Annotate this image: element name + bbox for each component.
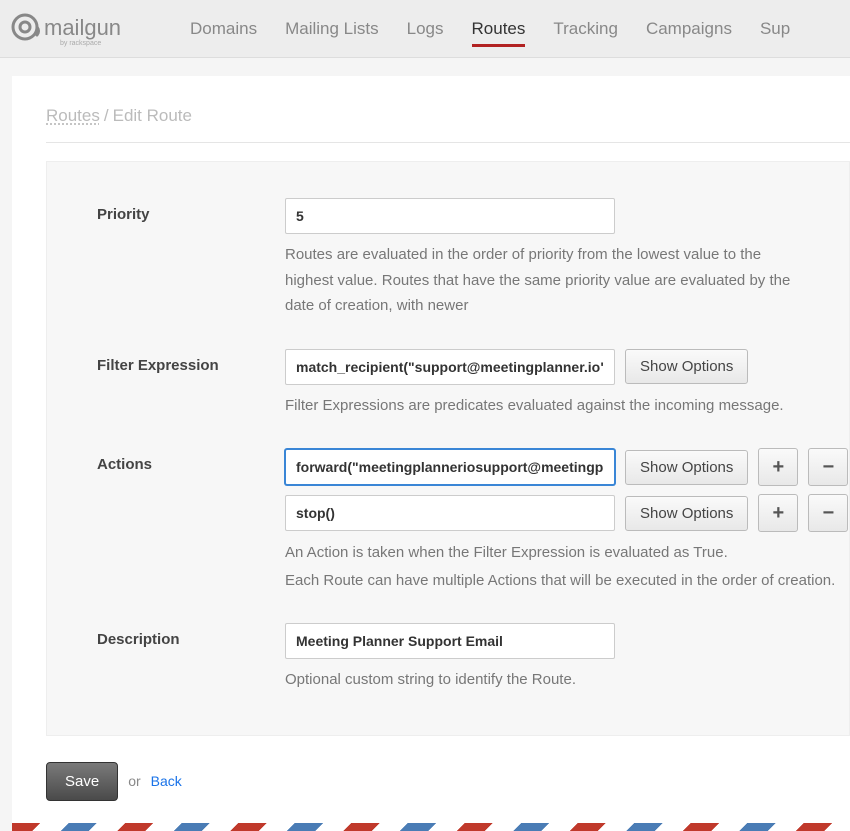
back-link[interactable]: Back	[151, 773, 182, 789]
actions-help-1: An Action is taken when the Filter Expre…	[285, 540, 848, 566]
action-1-remove-button[interactable]: −	[808, 494, 848, 532]
page-content: Routes/Edit Route Priority Routes are ev…	[12, 76, 850, 831]
main-nav: Domains Mailing Lists Logs Routes Tracki…	[190, 3, 840, 55]
action-1-show-options-button[interactable]: Show Options	[625, 496, 748, 531]
row-actions: Actions Show Options + − Show Options + …	[97, 448, 809, 593]
priority-input[interactable]	[285, 198, 615, 234]
mailgun-logo-icon: mailgun by rackspace	[10, 9, 160, 49]
action-0-remove-button[interactable]: −	[808, 448, 848, 486]
logo[interactable]: mailgun by rackspace	[10, 9, 160, 49]
topbar: mailgun by rackspace Domains Mailing Lis…	[0, 0, 850, 58]
nav-domains[interactable]: Domains	[190, 3, 257, 55]
nav-logs[interactable]: Logs	[407, 3, 444, 55]
svg-text:mailgun: mailgun	[44, 15, 121, 40]
filter-help: Filter Expressions are predicates evalua…	[285, 393, 809, 419]
label-priority: Priority	[97, 198, 257, 223]
action-1-add-button[interactable]: +	[758, 494, 798, 532]
minus-icon: −	[823, 456, 835, 479]
row-priority: Priority Routes are evaluated in the ord…	[97, 198, 809, 319]
label-actions: Actions	[97, 448, 257, 473]
priority-help: Routes are evaluated in the order of pri…	[285, 242, 809, 319]
label-description: Description	[97, 623, 257, 648]
breadcrumb-root-link[interactable]: Routes	[46, 106, 100, 125]
minus-icon: −	[823, 502, 835, 525]
or-text: or	[128, 773, 140, 789]
nav-mailing-lists[interactable]: Mailing Lists	[285, 3, 379, 55]
breadcrumb-separator: /	[104, 106, 109, 125]
row-filter: Filter Expression Show Options Filter Ex…	[97, 349, 809, 419]
filter-input[interactable]	[285, 349, 615, 385]
filter-show-options-button[interactable]: Show Options	[625, 349, 748, 384]
airmail-border	[12, 823, 850, 831]
row-description: Description Optional custom string to id…	[97, 623, 809, 693]
footer-actions: Save or Back	[46, 762, 850, 801]
plus-icon: +	[773, 456, 785, 479]
breadcrumb-current: Edit Route	[113, 106, 192, 125]
nav-tracking[interactable]: Tracking	[553, 3, 618, 55]
description-help: Optional custom string to identify the R…	[285, 667, 809, 693]
action-0-show-options-button[interactable]: Show Options	[625, 450, 748, 485]
breadcrumb: Routes/Edit Route	[46, 106, 850, 143]
nav-routes[interactable]: Routes	[472, 3, 526, 55]
action-0-add-button[interactable]: +	[758, 448, 798, 486]
action-input-0[interactable]	[285, 449, 615, 485]
form-panel: Priority Routes are evaluated in the ord…	[46, 161, 850, 736]
nav-campaigns[interactable]: Campaigns	[646, 3, 732, 55]
description-input[interactable]	[285, 623, 615, 659]
actions-help-2: Each Route can have multiple Actions tha…	[285, 568, 848, 594]
nav-support[interactable]: Sup	[760, 3, 790, 55]
label-filter: Filter Expression	[97, 349, 257, 374]
save-button[interactable]: Save	[46, 762, 118, 801]
plus-icon: +	[773, 502, 785, 525]
svg-text:by rackspace: by rackspace	[60, 40, 101, 47]
action-input-1[interactable]	[285, 495, 615, 531]
